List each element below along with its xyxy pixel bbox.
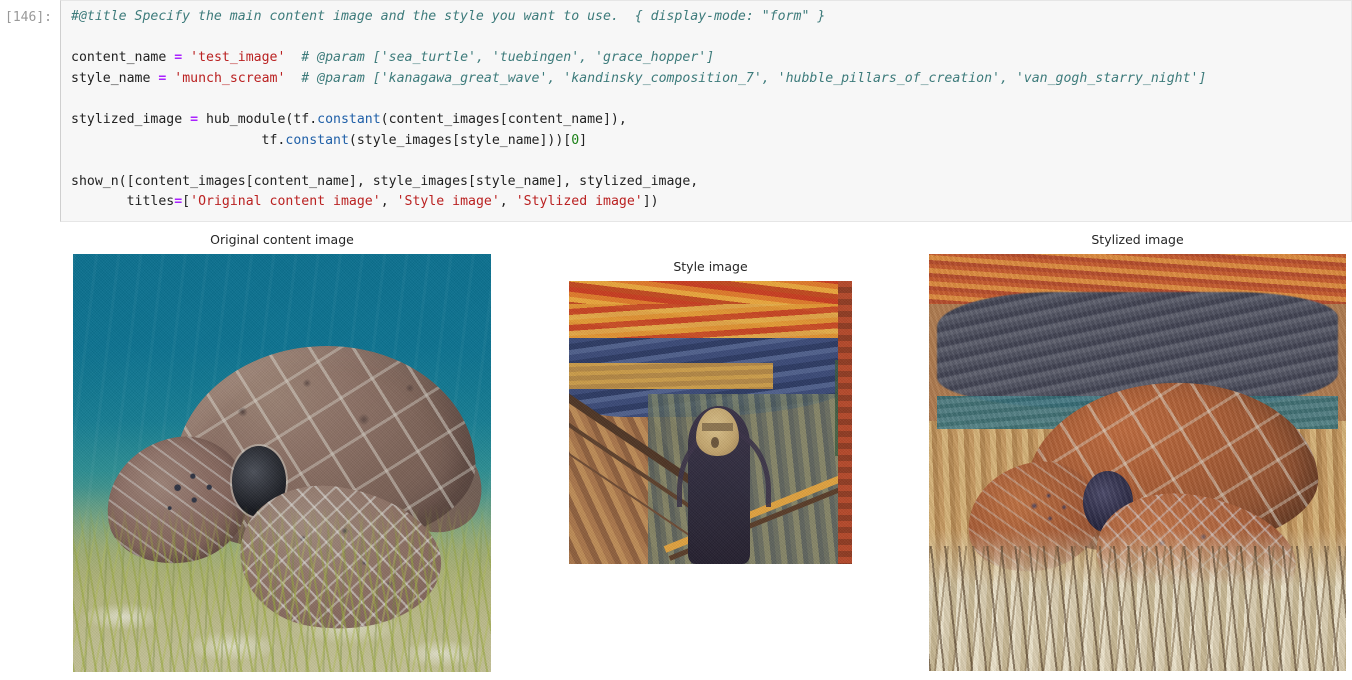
scream-right-edge xyxy=(837,281,852,564)
stylized-grass xyxy=(929,545,1346,671)
image-stylized xyxy=(929,254,1346,671)
notebook-output-cell: [146]: #@title Specify the main content … xyxy=(0,0,1352,680)
panel-title-style-image: Style image xyxy=(673,259,748,274)
matplotlib-figure-output: Original content image Style image Styli… xyxy=(0,228,1352,680)
scream-figure-head xyxy=(696,408,739,457)
cell-execution-prompt: [146]: xyxy=(5,10,52,25)
scream-figure-mouth xyxy=(710,436,719,448)
panel-stylized-image: Stylized image xyxy=(929,228,1346,680)
seagrass xyxy=(73,504,491,672)
image-style xyxy=(569,281,852,564)
code-cell-row: [146]: #@title Specify the main content … xyxy=(0,0,1352,228)
panel-style-image: Style image xyxy=(569,228,852,680)
image-original-content xyxy=(73,254,491,672)
source-code[interactable]: #@title Specify the main content image a… xyxy=(71,7,1351,213)
panel-title-original-content-image: Original content image xyxy=(210,232,354,247)
scream-figure-eyes xyxy=(702,422,734,431)
scream-horizon-band xyxy=(569,363,773,389)
panel-original-content-image: Original content image xyxy=(73,228,491,680)
code-editor-area[interactable]: #@title Specify the main content image a… xyxy=(60,0,1352,222)
panel-title-stylized-image: Stylized image xyxy=(1091,232,1184,247)
